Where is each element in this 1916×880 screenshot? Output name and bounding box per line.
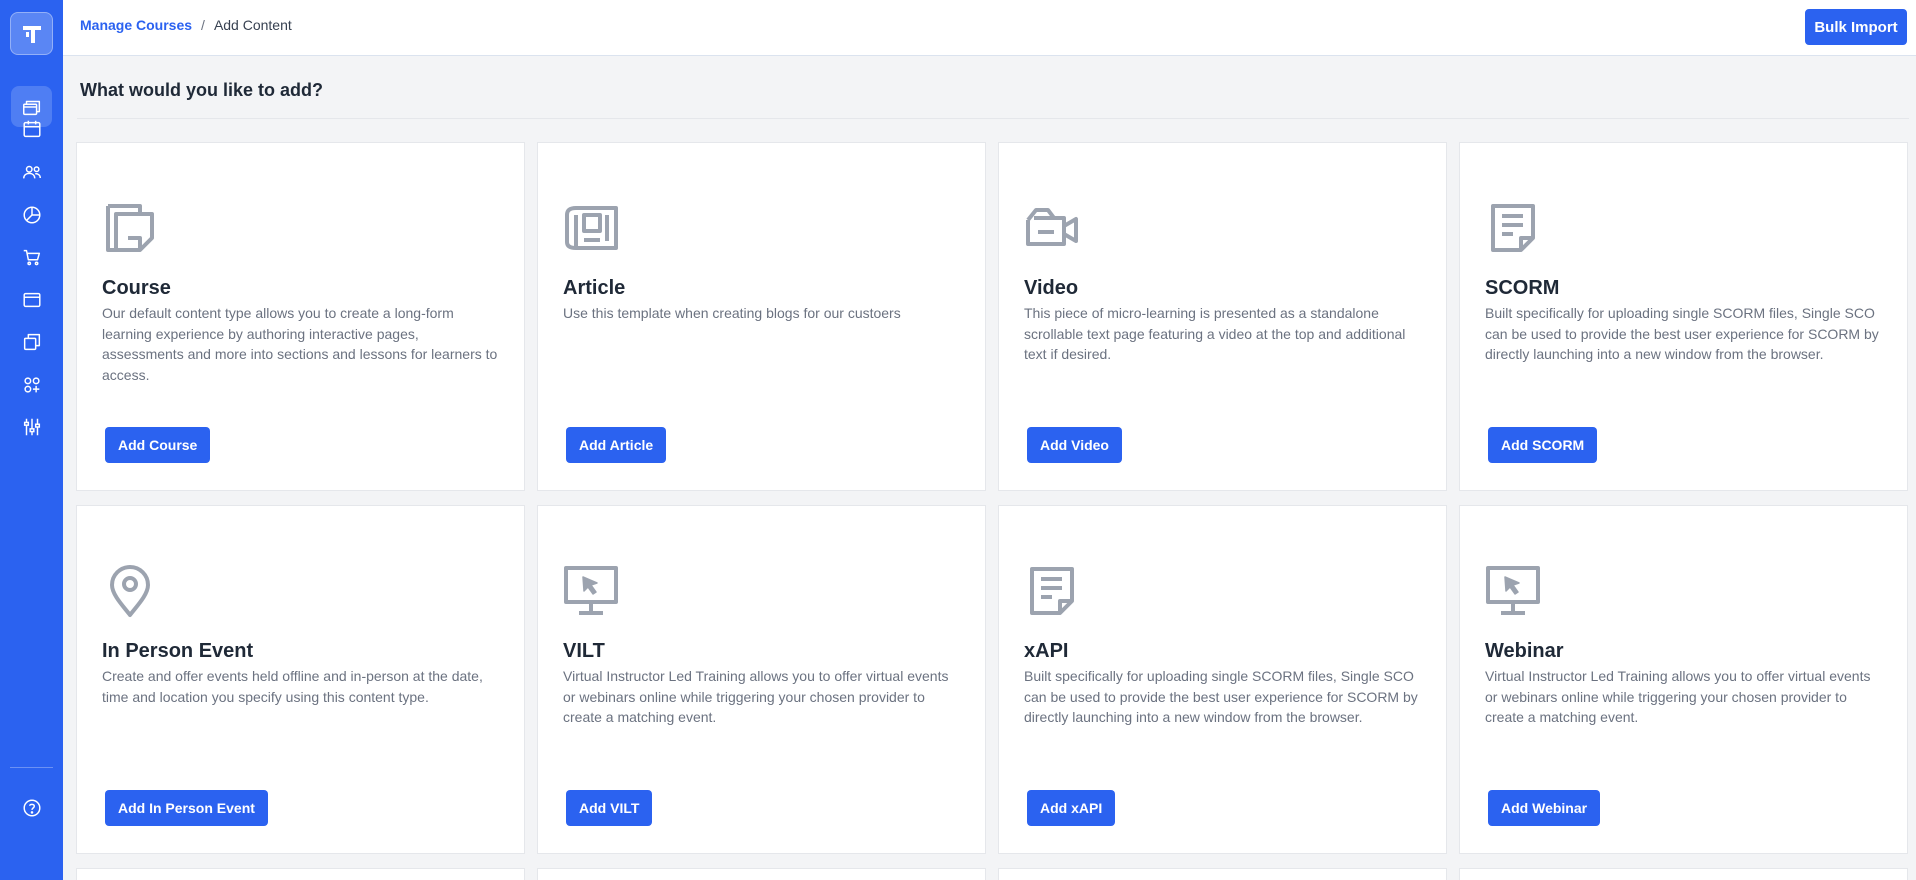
card-description: Built specifically for uploading single … — [1485, 305, 1879, 362]
card-title: Course — [102, 277, 171, 299]
pie-chart-icon — [22, 205, 41, 224]
sidebar-item-users[interactable] — [11, 151, 52, 192]
add-webinar-button[interactable]: Add Webinar — [1488, 790, 1601, 826]
sidebar-item-integrations[interactable] — [11, 364, 52, 405]
add-course-button[interactable]: Add Course — [105, 427, 211, 463]
card-title: Article — [563, 277, 626, 299]
add-scorm-button[interactable]: Add SCORM — [1488, 427, 1598, 463]
card-description: Use this template when creating blogs fo… — [563, 305, 901, 321]
breadcrumb: Manage Courses / Add Content — [80, 17, 292, 33]
stacked-pages-icon — [23, 333, 40, 350]
add-in-person-event-button[interactable]: Add In Person Event — [105, 790, 268, 826]
file-text-icon — [1030, 567, 1074, 615]
sidebar-item-settings[interactable] — [11, 406, 52, 447]
content-card-vilt: VILT Virtual Instructor Led Training all… — [537, 505, 986, 854]
breadcrumb-manage-courses-link[interactable]: Manage Courses — [80, 17, 192, 33]
app-logo[interactable] — [10, 12, 53, 55]
content-card-partial — [998, 868, 1447, 880]
browser-window-icon — [22, 292, 41, 307]
sidebar-item-reports[interactable] — [11, 194, 52, 235]
content-card-scorm: SCORM Built specifically for uploading s… — [1459, 142, 1908, 491]
bulk-import-button[interactable]: Bulk Import — [1805, 9, 1907, 45]
add-article-button[interactable]: Add Article — [566, 427, 667, 463]
card-description: Create and offer events held offline and… — [102, 668, 483, 705]
card-title: xAPI — [1024, 640, 1069, 662]
calendar-icon — [22, 120, 41, 137]
breadcrumb-separator: / — [201, 17, 205, 33]
logo-icon — [22, 25, 41, 43]
help-icon — [22, 798, 41, 817]
content-card-course: Course Our default content type allows y… — [76, 142, 525, 491]
content-card-in-person-event: In Person Event Create and offer events … — [76, 505, 525, 854]
file-text-icon — [1491, 204, 1535, 252]
sidebar-item-library[interactable] — [11, 321, 52, 362]
sliders-icon — [23, 418, 40, 435]
add-video-button[interactable]: Add Video — [1027, 427, 1122, 463]
card-description: Virtual Instructor Led Training allows y… — [563, 668, 949, 725]
sidebar-divider — [10, 767, 53, 768]
cart-icon — [23, 249, 40, 265]
card-description: This piece of micro-learning is presente… — [1024, 305, 1406, 362]
page-title: What would you like to add? — [80, 80, 323, 100]
content-card-xapi: xAPI Built specifically for uploading si… — [998, 505, 1447, 854]
title-divider — [77, 118, 1909, 119]
users-icon — [22, 165, 41, 178]
card-title: VILT — [563, 640, 605, 662]
content-card-partial — [76, 868, 525, 880]
content-card-partial — [1459, 868, 1908, 880]
monitor-cursor-icon — [1486, 566, 1540, 615]
add-xapi-button[interactable]: Add xAPI — [1027, 790, 1116, 826]
card-description: Virtual Instructor Led Training allows y… — [1485, 668, 1871, 725]
card-title: SCORM — [1485, 277, 1560, 299]
card-description: Built specifically for uploading single … — [1024, 668, 1418, 725]
location-pin-icon — [110, 565, 150, 617]
monitor-cursor-icon — [564, 566, 618, 615]
content-card-partial — [537, 868, 986, 880]
card-title: Webinar — [1485, 640, 1564, 662]
apps-add-icon — [23, 376, 40, 393]
document-icon — [106, 204, 154, 252]
card-title: Video — [1024, 277, 1079, 299]
content-card-webinar: Webinar Virtual Instructor Led Training … — [1459, 505, 1908, 854]
top-header: Manage Courses / Add Content Bulk Import — [63, 0, 1916, 56]
video-camera-icon — [1026, 208, 1078, 246]
content-card-video: Video This piece of micro-learning is pr… — [998, 142, 1447, 491]
sidebar-item-help[interactable] — [11, 787, 52, 828]
content-card-article: Article Use this template when creating … — [537, 142, 986, 491]
card-title: In Person Event — [102, 640, 254, 662]
sidebar-item-pages[interactable] — [11, 279, 52, 320]
sidebar-item-store[interactable] — [11, 236, 52, 277]
sidebar — [0, 0, 63, 880]
add-vilt-button[interactable]: Add VILT — [566, 790, 653, 826]
breadcrumb-current: Add Content — [213, 17, 292, 33]
newspaper-icon — [565, 206, 618, 250]
sidebar-item-calendar[interactable] — [11, 108, 52, 149]
card-description: Our default content type allows you to c… — [102, 305, 498, 383]
